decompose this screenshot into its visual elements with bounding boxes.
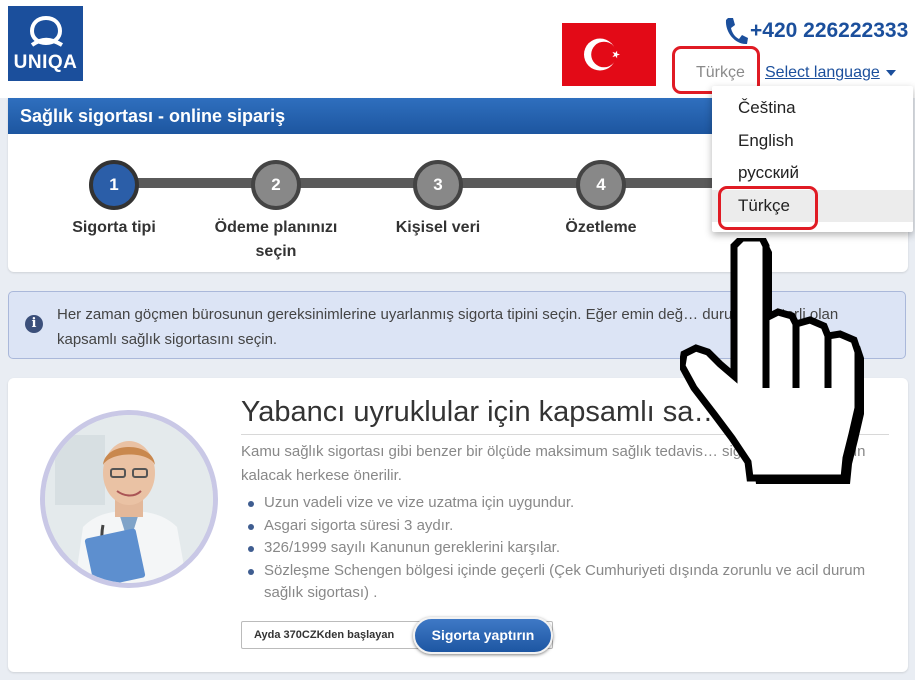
info-icon: i [25, 315, 43, 333]
list-item: 326/1999 sayılı Kanunun gereklerini karş… [248, 537, 878, 560]
phone-number: +420 226222333 [750, 19, 909, 42]
feature-list: Uzun vadeli vize ve vize uzatma için uyg… [248, 492, 878, 605]
uniqa-logo[interactable]: UNIQA [8, 6, 83, 81]
phone-contact[interactable]: +420 226222333 [722, 14, 908, 48]
language-option-english[interactable]: English [712, 125, 913, 158]
phone-icon [725, 18, 748, 45]
product-title: Yabancı uyruklular için kapsamlı sa… [241, 396, 723, 428]
turkey-flag [562, 23, 656, 86]
doctor-avatar [40, 410, 218, 588]
top-bar: UNIQA +420 226222333 Türkçe Select langu… [0, 0, 915, 98]
select-language-link[interactable]: Select language [765, 64, 896, 82]
select-language-label: Select language [765, 64, 880, 81]
uniqa-logo-icon [29, 15, 64, 47]
step-3-label: Kişisel veri [395, 219, 481, 236]
language-option-cestina[interactable]: Čeština [712, 92, 913, 125]
list-item: Sözleşme Schengen bölgesi içinde geçerli… [248, 560, 878, 605]
turkce-option-highlight [718, 186, 818, 230]
language-option-russian[interactable]: русский [712, 157, 913, 190]
step-4-label: Özetleme [565, 219, 637, 236]
caret-down-icon [885, 70, 896, 76]
doctor-image [45, 415, 213, 583]
step-2-label: Ödeme planınızı seçin [214, 219, 338, 260]
step-1-label: Sigorta tipi [72, 219, 156, 236]
step-1-circle[interactable]: 1 [89, 160, 139, 210]
order-insurance-button[interactable]: Sigorta yaptırın [413, 617, 553, 654]
step-4-circle: 4 [576, 160, 626, 210]
price-label: Ayda 370CZKden başlayan [254, 629, 395, 641]
step-3-circle: 3 [413, 160, 463, 210]
logo-text: UNIQA [13, 52, 78, 73]
list-item: Asgari sigorta süresi 3 aydır. [248, 515, 878, 538]
step-2-circle: 2 [251, 160, 301, 210]
hand-pointer-cursor-icon [680, 238, 864, 484]
